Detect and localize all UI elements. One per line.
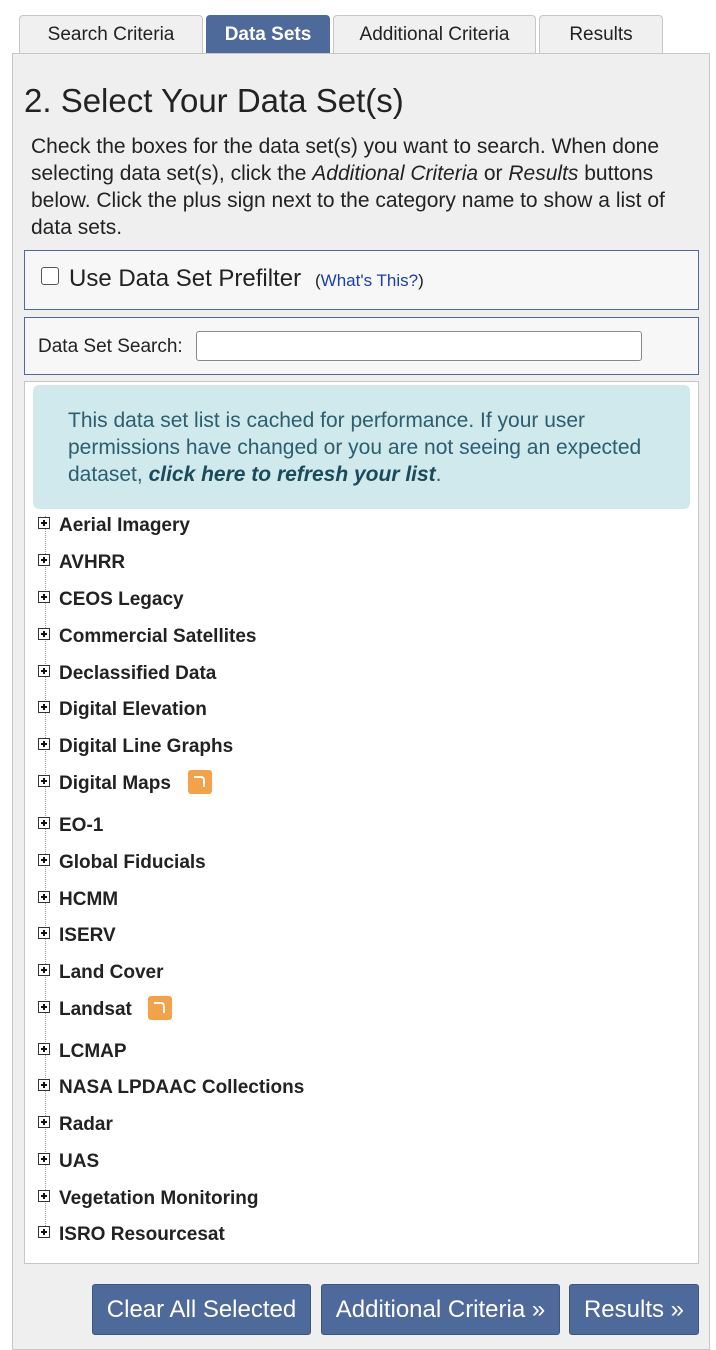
category-label[interactable]: ISRO Resourcesat: [59, 1224, 225, 1246]
category-label[interactable]: Declassified Data: [59, 663, 216, 685]
expand-plus-icon[interactable]: [38, 1153, 50, 1165]
tab-data-sets[interactable]: Data Sets: [206, 15, 330, 53]
category-label[interactable]: ISERV: [59, 925, 116, 947]
expand-plus-icon[interactable]: [38, 1226, 50, 1238]
category-label[interactable]: Digital Elevation: [59, 699, 207, 721]
help-paren-close: ): [418, 271, 424, 290]
tree-connector-line: [45, 516, 46, 1236]
dataset-list[interactable]: This data set list is cached for perform…: [24, 381, 699, 1264]
expand-plus-icon[interactable]: [38, 554, 50, 566]
expand-plus-icon[interactable]: [38, 1079, 50, 1091]
expand-plus-icon[interactable]: [38, 701, 50, 713]
category-label[interactable]: HCMM: [59, 889, 118, 911]
whats-this-link[interactable]: What's This?: [321, 271, 418, 290]
expand-plus-icon[interactable]: [38, 927, 50, 939]
notice-end: .: [435, 463, 442, 486]
category-label[interactable]: Land Cover: [59, 962, 164, 984]
category-label[interactable]: LCMAP: [59, 1041, 127, 1063]
expand-plus-icon[interactable]: [38, 1001, 50, 1013]
category-label[interactable]: UAS: [59, 1151, 99, 1173]
expand-plus-icon[interactable]: [38, 964, 50, 976]
category-label[interactable]: Commercial Satellites: [59, 626, 256, 648]
category-label[interactable]: Global Fiducials: [59, 852, 206, 874]
category-label[interactable]: Digital Maps: [59, 773, 171, 795]
expand-plus-icon[interactable]: [38, 591, 50, 603]
refresh-list-link[interactable]: click here to refresh your list: [149, 463, 436, 486]
dataset-search-box: Data Set Search:: [24, 317, 699, 375]
category-label[interactable]: Digital Line Graphs: [59, 736, 233, 758]
dataset-search-label: Data Set Search:: [38, 336, 183, 357]
dataset-search-input[interactable]: [196, 331, 642, 361]
expand-plus-icon[interactable]: [38, 817, 50, 829]
clear-all-selected-button[interactable]: Clear All Selected: [92, 1284, 311, 1335]
prefilter-checkbox[interactable]: [41, 267, 59, 285]
category-label[interactable]: EO-1: [59, 815, 103, 837]
expand-plus-icon[interactable]: [38, 854, 50, 866]
expand-plus-icon[interactable]: [38, 891, 50, 903]
tab-search-criteria[interactable]: Search Criteria: [19, 15, 203, 53]
prefilter-box: Use Data Set Prefilter (What's This?): [24, 250, 699, 310]
intro-emphasis-additional: Additional Criteria: [312, 162, 479, 185]
cache-notice: This data set list is cached for perform…: [33, 385, 690, 509]
expand-plus-icon[interactable]: [38, 775, 50, 787]
expand-plus-icon[interactable]: [38, 1043, 50, 1055]
additional-criteria-button[interactable]: Additional Criteria »: [321, 1284, 560, 1335]
expand-plus-icon[interactable]: [38, 517, 50, 529]
category-label[interactable]: Vegetation Monitoring: [59, 1188, 259, 1210]
orange-arrow-icon[interactable]: [148, 996, 172, 1020]
page-title: 2. Select Your Data Set(s): [24, 82, 404, 119]
expand-plus-icon[interactable]: [38, 628, 50, 640]
category-label[interactable]: AVHRR: [59, 552, 125, 574]
intro-emphasis-results: Results: [508, 162, 579, 185]
results-button[interactable]: Results »: [569, 1284, 699, 1335]
expand-plus-icon[interactable]: [38, 738, 50, 750]
tab-additional-criteria[interactable]: Additional Criteria: [333, 15, 536, 53]
prefilter-label[interactable]: Use Data Set Prefilter: [69, 265, 301, 293]
tab-bar: Search Criteria Data Sets Additional Cri…: [0, 0, 716, 54]
category-label[interactable]: CEOS Legacy: [59, 589, 184, 611]
instructions-text: Check the boxes for the data set(s) you …: [31, 133, 691, 241]
expand-plus-icon[interactable]: [38, 1190, 50, 1202]
intro-text-2: or: [478, 162, 509, 185]
orange-arrow-icon[interactable]: [188, 770, 212, 794]
prefilter-help: (What's This?): [315, 271, 424, 291]
category-label[interactable]: Aerial Imagery: [59, 515, 190, 537]
category-label[interactable]: NASA LPDAAC Collections: [59, 1077, 304, 1099]
expand-plus-icon[interactable]: [38, 665, 50, 677]
expand-plus-icon[interactable]: [38, 1116, 50, 1128]
category-label[interactable]: Radar: [59, 1114, 113, 1136]
tab-results[interactable]: Results: [539, 15, 663, 53]
category-label[interactable]: Landsat: [59, 999, 132, 1021]
